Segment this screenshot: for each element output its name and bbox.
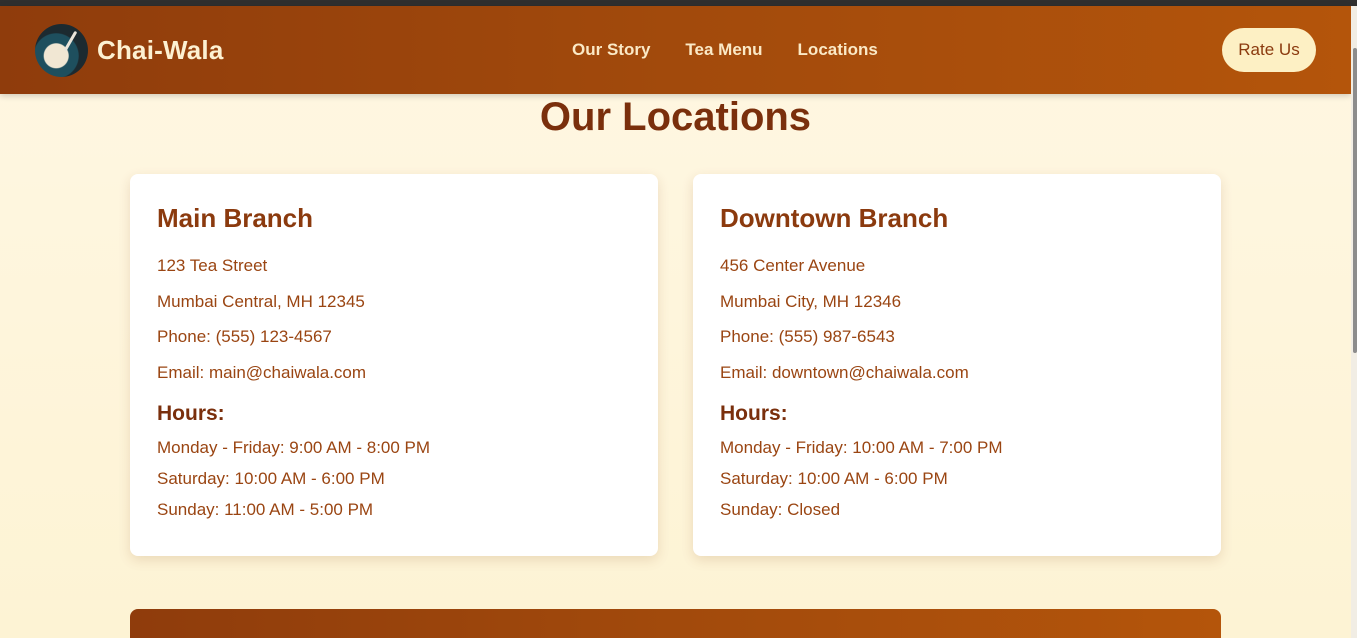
location-card-downtown: Downtown Branch 456 Center Avenue Mumbai…: [693, 174, 1221, 556]
hours-sunday: Sunday: 11:00 AM - 5:00 PM: [157, 500, 374, 519]
phone: Phone: (555) 987-6543: [720, 327, 895, 346]
page-title: Our Locations: [539, 95, 812, 139]
address-line-1: 123 Tea Street: [157, 256, 268, 275]
address-line-2: Mumbai City, MH 12346: [720, 291, 902, 311]
nav-link-tea-menu[interactable]: Tea Menu: [685, 40, 762, 60]
email: Email: main@chaiwala.com: [157, 362, 367, 382]
email: Email: downtown@chaiwala.com: [720, 362, 969, 382]
address-line-1: 456 Center Avenue: [720, 256, 866, 275]
hours-weekday: Monday - Friday: 9:00 AM - 8:00 PM: [157, 438, 431, 457]
hours-heading: Hours:: [720, 402, 788, 425]
hours-saturday: Saturday: 10:00 AM - 6:00 PM: [157, 469, 385, 488]
location-name: Main Branch: [157, 203, 314, 233]
brand[interactable]: Chai-Wala: [35, 24, 224, 77]
phone: Phone: (555) 123-4567: [157, 327, 332, 346]
location-name: Downtown Branch: [720, 203, 949, 233]
scrollbar-thumb[interactable]: [1353, 48, 1357, 353]
tea-cup-logo-icon: [35, 24, 88, 77]
navbar: Chai-Wala Our Story Tea Menu Locations R…: [0, 6, 1351, 94]
brand-name: Chai-Wala: [97, 35, 224, 65]
location-card-main: Main Branch 123 Tea Street Mumbai Centra…: [130, 174, 658, 556]
nav-link-locations[interactable]: Locations: [798, 40, 878, 60]
rate-us-button[interactable]: Rate Us: [1222, 28, 1316, 72]
hours-weekday: Monday - Friday: 10:00 AM - 7:00 PM: [720, 438, 1003, 457]
hours-sunday: Sunday: Closed: [720, 500, 841, 519]
hours-saturday: Saturday: 10:00 AM - 6:00 PM: [720, 469, 948, 488]
next-section-banner: [130, 609, 1221, 638]
address-line-2: Mumbai Central, MH 12345: [157, 291, 365, 311]
hours-heading: Hours:: [157, 402, 225, 425]
nav-link-our-story[interactable]: Our Story: [572, 40, 650, 60]
nav-links: Our Story Tea Menu Locations: [572, 40, 913, 60]
